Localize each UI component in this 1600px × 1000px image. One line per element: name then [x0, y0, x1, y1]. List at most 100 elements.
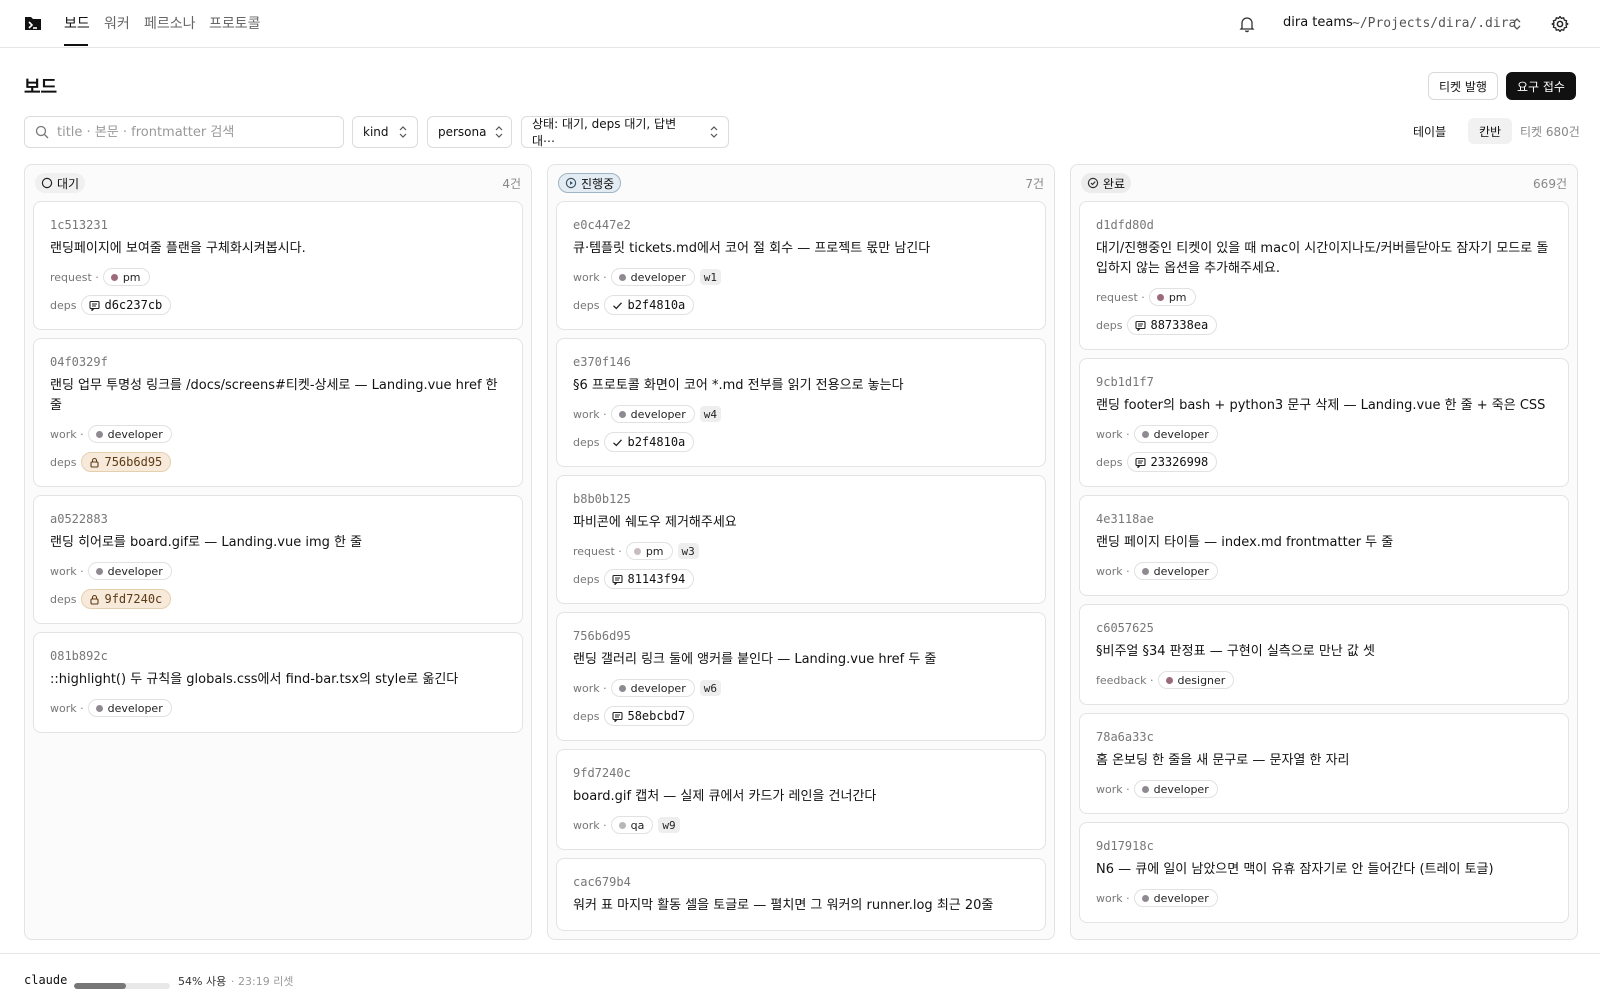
tab-workers[interactable]: 워커 [104, 13, 130, 33]
persona-chip[interactable]: developer [87, 699, 172, 717]
ticket-card[interactable]: b8b0b125 파비콘에 쉐도우 제거해주세요 request · pm w3 deps… [556, 475, 1046, 604]
status-select[interactable]: 상태: 대기, deps 대기, 답변 대⋯ [521, 116, 729, 148]
view-kanban-toggle[interactable]: 칸반 [1468, 118, 1512, 144]
workspace-path[interactable]: ~/Projects/dira/.dira [1352, 16, 1516, 31]
ticket-card[interactable]: 4e3118ae 랜딩 페이지 타이틀 — index.md frontmatte… [1079, 495, 1569, 596]
ticket-id: d1dfd80d [1096, 218, 1154, 232]
ticket-card[interactable]: 081b892c::highlight() 두 규칙을 globals.css에… [33, 632, 523, 733]
comment-icon [612, 574, 624, 585]
ticket-kind: work · [50, 564, 84, 578]
persona-chip[interactable]: pm [625, 542, 673, 560]
persona-name: developer [630, 681, 686, 695]
persona-chip[interactable]: developer [1133, 562, 1218, 580]
ticket-card[interactable]: 1c513231 랜딩페이지에 보여줄 플랜을 구체화시켜봅시다. request … [33, 201, 523, 330]
ticket-card[interactable]: c6057625 §비주얼 §34 판정표 — 구현이 실측으로 만난 값 셋 fe… [1079, 604, 1569, 705]
persona-chip[interactable]: pm [1148, 288, 1196, 306]
tab-personas[interactable]: 페르소나 [144, 13, 196, 33]
ticket-card[interactable]: a0522883 랜딩 히어로를 board.gif로 — Landing.vue… [33, 495, 523, 624]
ticket-card[interactable]: 78a6a33c 홈 온보딩 한 줄을 새 문구로 — 문자열 한 자리 work … [1079, 713, 1569, 814]
search-input[interactable] [57, 124, 327, 140]
persona-dot [1165, 676, 1173, 684]
search-box[interactable] [24, 116, 344, 148]
deps-label: deps [50, 298, 77, 312]
ticket-card[interactable]: d1dfd80d 대기/진행중인 티켓이 있을 때 mac이 시간이지나도/커버를… [1079, 201, 1569, 350]
persona-chip[interactable]: developer [610, 268, 695, 286]
request-intake-button[interactable]: 요구 접수 [1506, 72, 1576, 100]
persona-chip[interactable]: developer [1133, 889, 1218, 907]
tab-board[interactable]: 보드 [64, 13, 90, 33]
dependency-chip[interactable]: b2f4810a [604, 295, 695, 315]
tab-protocol[interactable]: 프로토콜 [209, 13, 261, 33]
persona-name: qa [630, 818, 645, 832]
dependency-id: 756b6d95 [104, 455, 163, 469]
column-title: 대기 [57, 176, 80, 191]
kind-select[interactable]: kind [352, 116, 418, 148]
persona-name: developer [1153, 891, 1209, 905]
persona-chip[interactable]: designer [1157, 671, 1235, 689]
ticket-card[interactable]: 9d17918c N6 — 큐에 일이 남았으면 맥이 유휴 잠자기로 안 들어간… [1079, 822, 1569, 923]
persona-chip[interactable]: developer [1133, 780, 1218, 798]
lock-icon [90, 594, 100, 605]
ticket-card[interactable]: 756b6d95 랜딩 갤러리 링크 둘에 앵커를 붙인다 — Landing.v… [556, 612, 1046, 741]
persona-chip[interactable]: pm [102, 268, 150, 286]
column-title: 진행중 [581, 176, 615, 191]
persona-chip[interactable]: developer [610, 405, 695, 423]
persona-name: developer [630, 270, 686, 284]
ticket-card[interactable]: 9fd7240c board.gif 캡처 — 실제 큐에서 카드가 레인을 건너… [556, 749, 1046, 850]
persona-chip[interactable]: developer [87, 562, 172, 580]
persona-dot [633, 547, 641, 555]
gear-icon[interactable] [1550, 14, 1570, 34]
ticket-title: §비주얼 §34 판정표 — 구현이 실측으로 만난 값 셋 [1096, 644, 1375, 659]
ticket-title: 랜딩 히어로를 board.gif로 — Landing.vue img 한 줄 [50, 535, 363, 550]
dependency-chip[interactable]: 887338ea [1127, 315, 1218, 335]
ticket-kind: work · [1096, 782, 1130, 796]
dependency-chip[interactable]: 23326998 [1127, 452, 1218, 472]
dependency-chip[interactable]: b2f4810a [604, 432, 695, 452]
ticket-title: 파비콘에 쉐도우 제거해주세요 [573, 515, 737, 530]
card-list: 1c513231 랜딩페이지에 보여줄 플랜을 구체화시켜봅시다. request … [33, 201, 523, 939]
dependency-chip[interactable]: d6c237cb [81, 295, 172, 315]
view-table-toggle[interactable]: 테이블 [1413, 123, 1446, 140]
persona-chip[interactable]: developer [610, 679, 695, 697]
persona-dot [1141, 785, 1149, 793]
ticket-kind: request · [50, 270, 99, 284]
app-logo-icon[interactable] [24, 14, 42, 32]
persona-name: designer [1177, 673, 1226, 687]
persona-dot [1141, 894, 1149, 902]
ticket-card[interactable]: 9cb1d1f7 랜딩 footer의 bash + python3 문구 삭제 … [1079, 358, 1569, 487]
ticket-title: §6 프로토콜 화면이 코어 *.md 전부를 읽기 전용으로 놓는다 [573, 378, 904, 393]
persona-chip[interactable]: qa [610, 816, 654, 834]
worker-tag: w1 [699, 269, 721, 285]
check-icon [613, 438, 623, 446]
check-icon [613, 301, 623, 309]
issue-ticket-button[interactable]: 티켓 발행 [1428, 72, 1498, 100]
comment-icon [89, 300, 101, 311]
ticket-card[interactable]: 04f0329f 랜딩 업무 투명성 링크를 /docs/screens#티켓-상… [33, 338, 523, 487]
chevron-updown-icon [399, 126, 407, 138]
card-list: e0c447e2 큐·템플릿 tickets.md에서 코어 절 회수 — 프로젝… [556, 201, 1046, 939]
ticket-card[interactable]: e370f146 §6 프로토콜 화면이 코어 *.md 전부를 읽기 전용으로 … [556, 338, 1046, 467]
column-done: 완료 669건 d1dfd80d 대기/진행중인 티켓이 있을 때 mac이 시간이지… [1070, 164, 1578, 940]
ticket-meta: work · developer [1096, 779, 1552, 799]
dependency-chip[interactable]: 58ebcbd7 [604, 706, 695, 726]
bell-icon[interactable] [1238, 15, 1256, 33]
circle-icon [41, 177, 53, 189]
deps-label: deps [573, 298, 600, 312]
dependency-id: b2f4810a [627, 435, 686, 449]
search-icon [35, 125, 49, 139]
top-nav-bar: 보드 워커 페르소나 프로토콜 dira teams ~/Projects/di… [0, 0, 1600, 48]
ticket-deps: deps 756b6d95 [50, 452, 506, 472]
persona-chip[interactable]: developer [1133, 425, 1218, 443]
dependency-chip[interactable]: 81143f94 [604, 569, 695, 589]
persona-chip[interactable]: developer [87, 425, 172, 443]
ticket-card[interactable]: cac679b4 워커 표 마지막 활동 셀을 토글로 — 펼치면 그 워커의 r… [556, 858, 1046, 931]
dependency-chip[interactable]: 756b6d95 [81, 452, 172, 472]
ticket-id: e0c447e2 [573, 218, 631, 232]
ticket-card[interactable]: e0c447e2 큐·템플릿 tickets.md에서 코어 절 회수 — 프로젝… [556, 201, 1046, 330]
chevron-updown-icon[interactable] [1512, 17, 1522, 31]
workspace-name[interactable]: dira teams [1283, 15, 1353, 30]
dependency-chip[interactable]: 9fd7240c [81, 589, 172, 609]
persona-select[interactable]: persona [427, 116, 512, 148]
persona-name: developer [1153, 782, 1209, 796]
ticket-id: 1c513231 [50, 218, 108, 232]
